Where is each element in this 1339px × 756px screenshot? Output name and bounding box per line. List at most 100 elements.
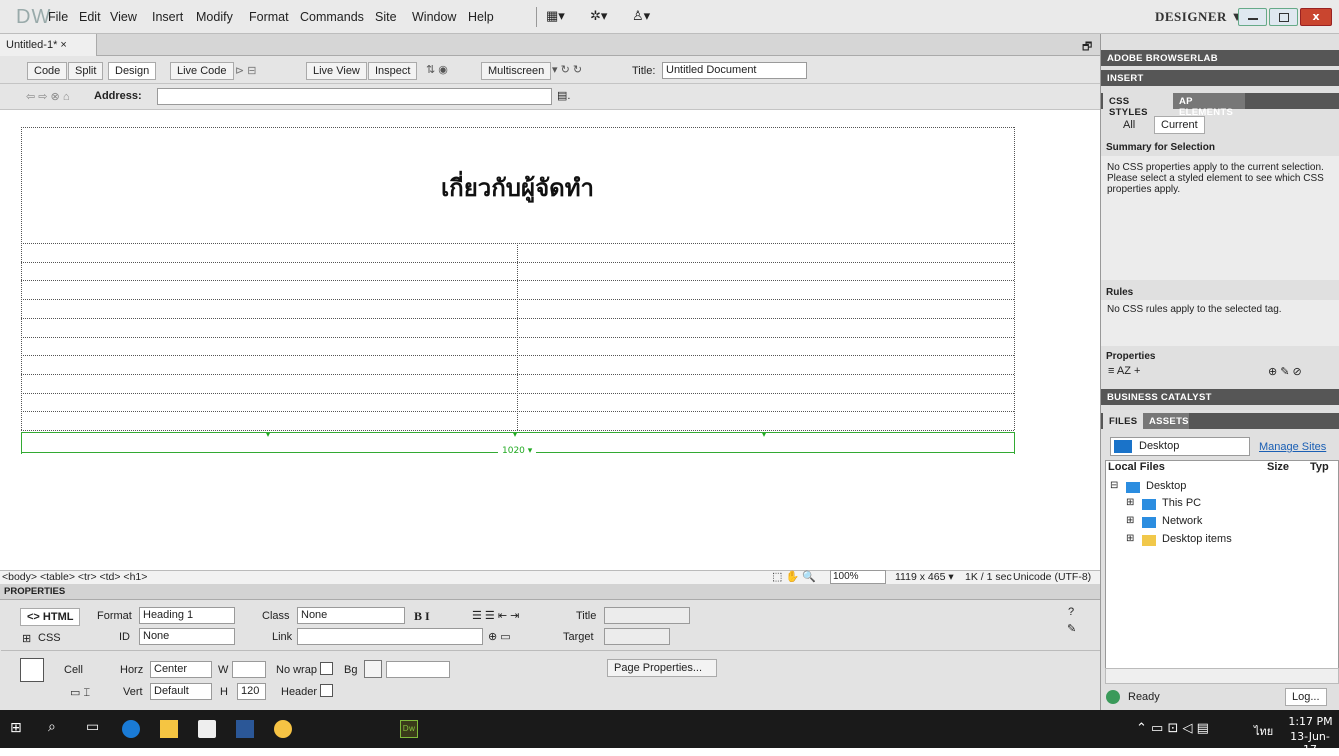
store-icon[interactable] — [198, 720, 216, 738]
task-view-icon[interactable]: ▭ — [86, 719, 99, 735]
site-icon[interactable]: ♙▾ — [632, 8, 650, 24]
col-marker[interactable]: ▾ — [266, 430, 270, 439]
table-width-label[interactable]: 1020 ▾ — [498, 446, 537, 456]
edge-icon[interactable] — [122, 720, 140, 738]
header-checkbox[interactable] — [320, 684, 333, 697]
browser-check-icon[interactable]: ⇅ ◉ — [426, 63, 448, 76]
minimize-button[interactable] — [1238, 8, 1267, 26]
file-explorer-icon[interactable] — [160, 720, 178, 738]
list-indent-icons[interactable]: ☰ ☰ ⇤ ⇥ — [472, 609, 519, 622]
business-catalyst-header[interactable]: BUSINESS CATALYST — [1101, 389, 1339, 405]
tree-item[interactable]: Network — [1162, 515, 1202, 527]
close-button[interactable]: x — [1300, 8, 1332, 26]
tab-files[interactable]: FILES — [1103, 413, 1143, 429]
workspace-switcher[interactable]: DESIGNER ▼ — [1155, 9, 1244, 25]
word-icon[interactable] — [236, 720, 254, 738]
menu-site[interactable]: Site — [375, 10, 397, 24]
css-icon[interactable]: ⊞ — [22, 632, 31, 645]
all-button[interactable]: All — [1116, 116, 1143, 134]
bg-input[interactable] — [386, 661, 450, 678]
menu-commands[interactable]: Commands — [300, 10, 364, 24]
link-target-icons[interactable]: ⊕ ▭ — [488, 630, 511, 643]
col-marker[interactable]: ▾ — [762, 430, 766, 439]
id-select[interactable]: None — [139, 628, 235, 645]
chrome-icon[interactable] — [274, 720, 292, 738]
col-marker[interactable]: ▾ — [513, 430, 517, 439]
insert-header[interactable]: INSERT — [1101, 70, 1339, 86]
nowrap-checkbox[interactable] — [320, 662, 333, 675]
clock-date[interactable]: 13-Jun-17 — [1284, 730, 1336, 756]
window-size[interactable]: 1119 x 465 ▾ — [895, 571, 954, 583]
local-files-header[interactable]: Local Files — [1108, 461, 1165, 473]
tab-css-styles[interactable]: CSS STYLES — [1103, 93, 1173, 118]
clock-time[interactable]: 1:17 PM — [1288, 715, 1333, 728]
properties-view-icons[interactable]: ≡ AZ + — [1108, 365, 1140, 377]
current-button[interactable]: Current — [1154, 116, 1205, 134]
bg-color-swatch[interactable] — [364, 660, 382, 678]
page-heading[interactable]: เกี่ยวกับผู้จัดทำ — [21, 168, 1014, 207]
dreamweaver-icon[interactable]: Dw — [400, 720, 418, 738]
tray-icons[interactable]: ⌃ ▭ ⊡ ◁ ▤ — [1136, 721, 1209, 736]
table-row[interactable] — [21, 430, 1014, 431]
bold-italic-buttons[interactable]: B I — [414, 609, 430, 624]
live-code-icon[interactable]: ⊳ ⊟ — [235, 64, 257, 77]
live-code-button[interactable]: Live Code — [170, 62, 234, 80]
menu-format[interactable]: Format — [249, 10, 289, 24]
log-button[interactable]: Log... — [1285, 688, 1327, 706]
tree-item[interactable]: Desktop items — [1162, 533, 1232, 545]
multiscreen-button[interactable]: Multiscreen — [481, 62, 552, 80]
tree-expander-icon[interactable]: ⊞ — [1126, 497, 1134, 508]
manage-sites-link[interactable]: Manage Sites — [1259, 441, 1326, 453]
vert-select[interactable]: Default — [150, 683, 212, 700]
select-tools[interactable]: ⬚ ✋ 🔍 — [772, 570, 816, 583]
page-properties-button[interactable]: Page Properties... — [607, 659, 717, 677]
restore-doc-icon[interactable]: 🗗 — [1082, 38, 1092, 57]
input-language[interactable]: ไทย — [1254, 722, 1273, 740]
h-input[interactable]: 120 — [237, 683, 266, 700]
menu-help[interactable]: Help — [468, 10, 494, 24]
title-input[interactable]: Untitled Document — [662, 62, 807, 79]
nav-icons[interactable]: ⇦ ⇨ ⊗ ⌂ — [26, 90, 69, 103]
menu-insert[interactable]: Insert — [152, 10, 183, 24]
format-select[interactable]: Heading 1 — [139, 607, 235, 624]
help-icon[interactable]: ? — [1068, 606, 1074, 618]
live-view-button[interactable]: Live View — [306, 62, 367, 80]
tree-expander-icon[interactable]: ⊞ — [1126, 515, 1134, 526]
tree-scrollbar[interactable] — [1105, 668, 1339, 684]
menu-window[interactable]: Window — [412, 10, 456, 24]
tree-item[interactable]: This PC — [1162, 497, 1201, 509]
search-icon[interactable]: ⌕ — [48, 719, 56, 735]
restore-button[interactable] — [1269, 8, 1298, 26]
css-button[interactable]: CSS — [38, 632, 61, 644]
menu-view[interactable]: View — [110, 10, 137, 24]
start-icon[interactable]: ⊞ — [10, 720, 22, 736]
target-select[interactable] — [604, 628, 670, 645]
design-button[interactable]: Design — [108, 62, 157, 80]
code-button[interactable]: Code — [27, 62, 68, 80]
merge-split-icons[interactable]: ▭ ⌶ — [70, 686, 90, 700]
menu-edit[interactable]: Edit — [79, 10, 101, 24]
tree-expander-icon[interactable]: ⊟ — [1110, 480, 1118, 491]
inspect-button[interactable]: Inspect — [368, 62, 418, 80]
quick-tag-icon[interactable]: ✎ — [1067, 622, 1076, 635]
menu-file[interactable]: File — [48, 10, 68, 24]
tree-expander-icon[interactable]: ⊞ — [1126, 533, 1134, 544]
tab-ap-elements[interactable]: AP ELEMENTS — [1173, 93, 1245, 118]
horz-select[interactable]: Center — [150, 661, 212, 678]
tree-item[interactable]: Desktop — [1146, 480, 1186, 492]
w-input[interactable] — [232, 661, 266, 678]
layout-icon[interactable]: ▦▾ — [546, 8, 565, 24]
document-tab[interactable]: Untitled-1* × — [0, 34, 97, 56]
refresh-icon[interactable]: ▾ ↻ ↻ — [552, 63, 582, 76]
split-button[interactable]: Split — [68, 62, 104, 80]
type-column-header[interactable]: Typ — [1310, 461, 1329, 473]
class-select[interactable]: None — [297, 607, 405, 624]
menu-modify[interactable]: Modify — [196, 10, 233, 24]
browserlab-header[interactable]: ADOBE BROWSERLAB — [1101, 50, 1339, 66]
gear-icon[interactable]: ✲▾ — [590, 8, 607, 24]
title-prop-input[interactable] — [604, 607, 690, 624]
address-options-icon[interactable]: ▤. — [557, 89, 570, 102]
properties-action-icons[interactable]: ⊕ ✎ ⊘ — [1268, 365, 1302, 378]
link-input[interactable] — [297, 628, 483, 645]
zoom-select[interactable]: 100% — [830, 570, 886, 584]
